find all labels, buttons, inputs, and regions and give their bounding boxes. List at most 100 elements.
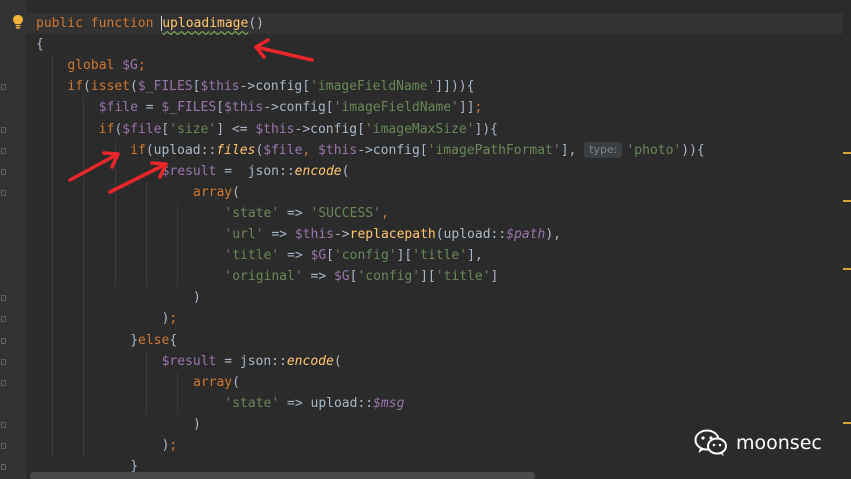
code-token: ->config[ — [263, 100, 334, 116]
code-token: 'photo' — [626, 142, 682, 158]
code-token: else — [138, 332, 170, 348]
code-line[interactable]: $file = $_FILES[$this->config['imageFiel… — [99, 97, 483, 118]
indent-guide — [83, 97, 85, 457]
code-token: 'original' — [224, 269, 303, 285]
code-token: $this — [224, 100, 264, 116]
code-token: [ — [326, 248, 334, 264]
code-line[interactable]: 'original' => $G['config']['title'] — [224, 266, 498, 287]
code-line[interactable]: public function uploadimage() — [36, 13, 264, 34]
code-line[interactable]: 'state' => 'SUCCESS', — [224, 203, 388, 224]
code-token: $G — [122, 58, 138, 74]
indent-guide — [177, 371, 179, 414]
vertical-scrollbar[interactable] — [843, 0, 851, 479]
code-token: ] — [490, 269, 499, 285]
fold-marker-icon[interactable] — [1, 421, 6, 428]
code-line[interactable]: array( — [193, 182, 240, 203]
code-token: $this — [318, 142, 358, 158]
code-token: ->config[ — [294, 121, 365, 137]
annotation-arrow — [254, 38, 314, 62]
code-token: $result — [161, 353, 217, 369]
code-line[interactable]: array( — [193, 372, 240, 393]
code-token: image — [209, 16, 249, 31]
code-token: ) — [193, 416, 201, 432]
code-token: ][ — [396, 248, 413, 264]
code-editor[interactable]: public function uploadimage(){global $G;… — [0, 0, 851, 479]
code-token: ) — [193, 290, 201, 306]
code-token: ]])){ — [435, 79, 475, 95]
code-token: , — [302, 142, 319, 158]
code-token: 'config' — [357, 269, 421, 285]
code-token: (upload:: — [435, 227, 507, 242]
code-token: { — [169, 332, 178, 348]
code-line[interactable]: if(isset($_FILES[$this->config['imageFie… — [67, 76, 474, 97]
error-stripe-mark[interactable] — [843, 422, 851, 424]
code-token: ->config[ — [239, 79, 311, 95]
fold-marker-icon[interactable] — [1, 168, 6, 175]
code-token: 'imageFieldName' — [333, 100, 459, 116]
error-stripe-mark[interactable] — [843, 200, 851, 202]
code-token: } — [130, 332, 139, 348]
code-token: isset — [90, 79, 131, 95]
fold-marker-icon[interactable] — [1, 189, 6, 196]
fold-marker-icon[interactable] — [1, 464, 6, 471]
code-token: = json:: — [216, 163, 295, 179]
code-line[interactable]: 'title' => $G['config']['title'], — [224, 245, 482, 266]
code-token: 'title' — [435, 269, 491, 285]
error-stripe-mark[interactable] — [843, 268, 851, 270]
code-line[interactable]: ); — [162, 435, 178, 456]
horizontal-scrollbar-thumb[interactable] — [30, 472, 535, 479]
code-line[interactable]: ); — [162, 308, 178, 329]
indent-guide — [145, 181, 147, 288]
code-token: , — [380, 205, 389, 221]
code-line[interactable]: global $G; — [67, 55, 145, 76]
fold-marker-icon[interactable] — [1, 443, 6, 449]
code-line[interactable]: { — [36, 34, 44, 55]
code-line[interactable]: 'url' => $this->replacepath(upload::$pat… — [224, 224, 561, 245]
indent-guide — [114, 139, 116, 288]
code-token: ]){ — [474, 121, 499, 137]
code-token: global — [67, 58, 123, 74]
fold-marker-icon[interactable] — [1, 147, 6, 154]
fold-marker-icon[interactable] — [1, 295, 6, 302]
code-token: ; — [474, 100, 483, 116]
code-token: $result — [161, 163, 217, 179]
error-stripe-mark[interactable] — [843, 152, 851, 154]
code-token: if — [67, 79, 84, 95]
fold-marker-icon[interactable] — [1, 358, 6, 365]
code-line[interactable]: if(upload::files($file, $this->config['i… — [130, 140, 705, 161]
annotation-arrow — [68, 151, 120, 182]
fold-marker-icon[interactable] — [1, 84, 6, 91]
code-token: = — [137, 100, 162, 116]
code-line[interactable]: $result = json::encode( — [162, 161, 350, 182]
code-token: $G — [310, 248, 327, 264]
code-token: $file — [98, 100, 138, 116]
code-token: if — [98, 121, 115, 137]
code-token: = json:: — [216, 353, 287, 369]
code-token: $this — [294, 227, 334, 242]
code-token: $G — [333, 269, 350, 285]
code-token: => — [279, 248, 311, 264]
fold-marker-icon[interactable] — [1, 316, 6, 323]
code-line[interactable]: ) — [193, 414, 201, 435]
code-token: $_FILES — [137, 79, 193, 95]
fold-marker-icon[interactable] — [1, 379, 6, 386]
code-token: ; — [169, 311, 178, 327]
code-line[interactable]: }else{ — [130, 330, 177, 351]
code-token: encode — [294, 163, 342, 179]
code-line[interactable]: if($file['size'] <= $this->config['image… — [99, 119, 498, 140]
code-line[interactable]: 'state' => upload::$msg — [224, 393, 404, 414]
code-token: ( — [333, 353, 342, 369]
code-token: => — [279, 205, 311, 221]
code-token: ]] — [458, 100, 475, 116]
code-token: => — [302, 269, 334, 285]
code-token: (upload:: — [145, 142, 217, 158]
code-line[interactable]: ) — [193, 287, 201, 308]
lightbulb-icon[interactable] — [11, 14, 25, 30]
code-token: array — [193, 184, 233, 200]
editor-gutter — [0, 0, 26, 479]
code-token: $this — [255, 121, 295, 137]
fold-marker-icon[interactable] — [1, 337, 6, 344]
code-line[interactable]: $result = json::encode( — [162, 351, 342, 372]
fold-marker-icon[interactable] — [1, 126, 6, 133]
code-token: 'state' — [224, 205, 280, 221]
